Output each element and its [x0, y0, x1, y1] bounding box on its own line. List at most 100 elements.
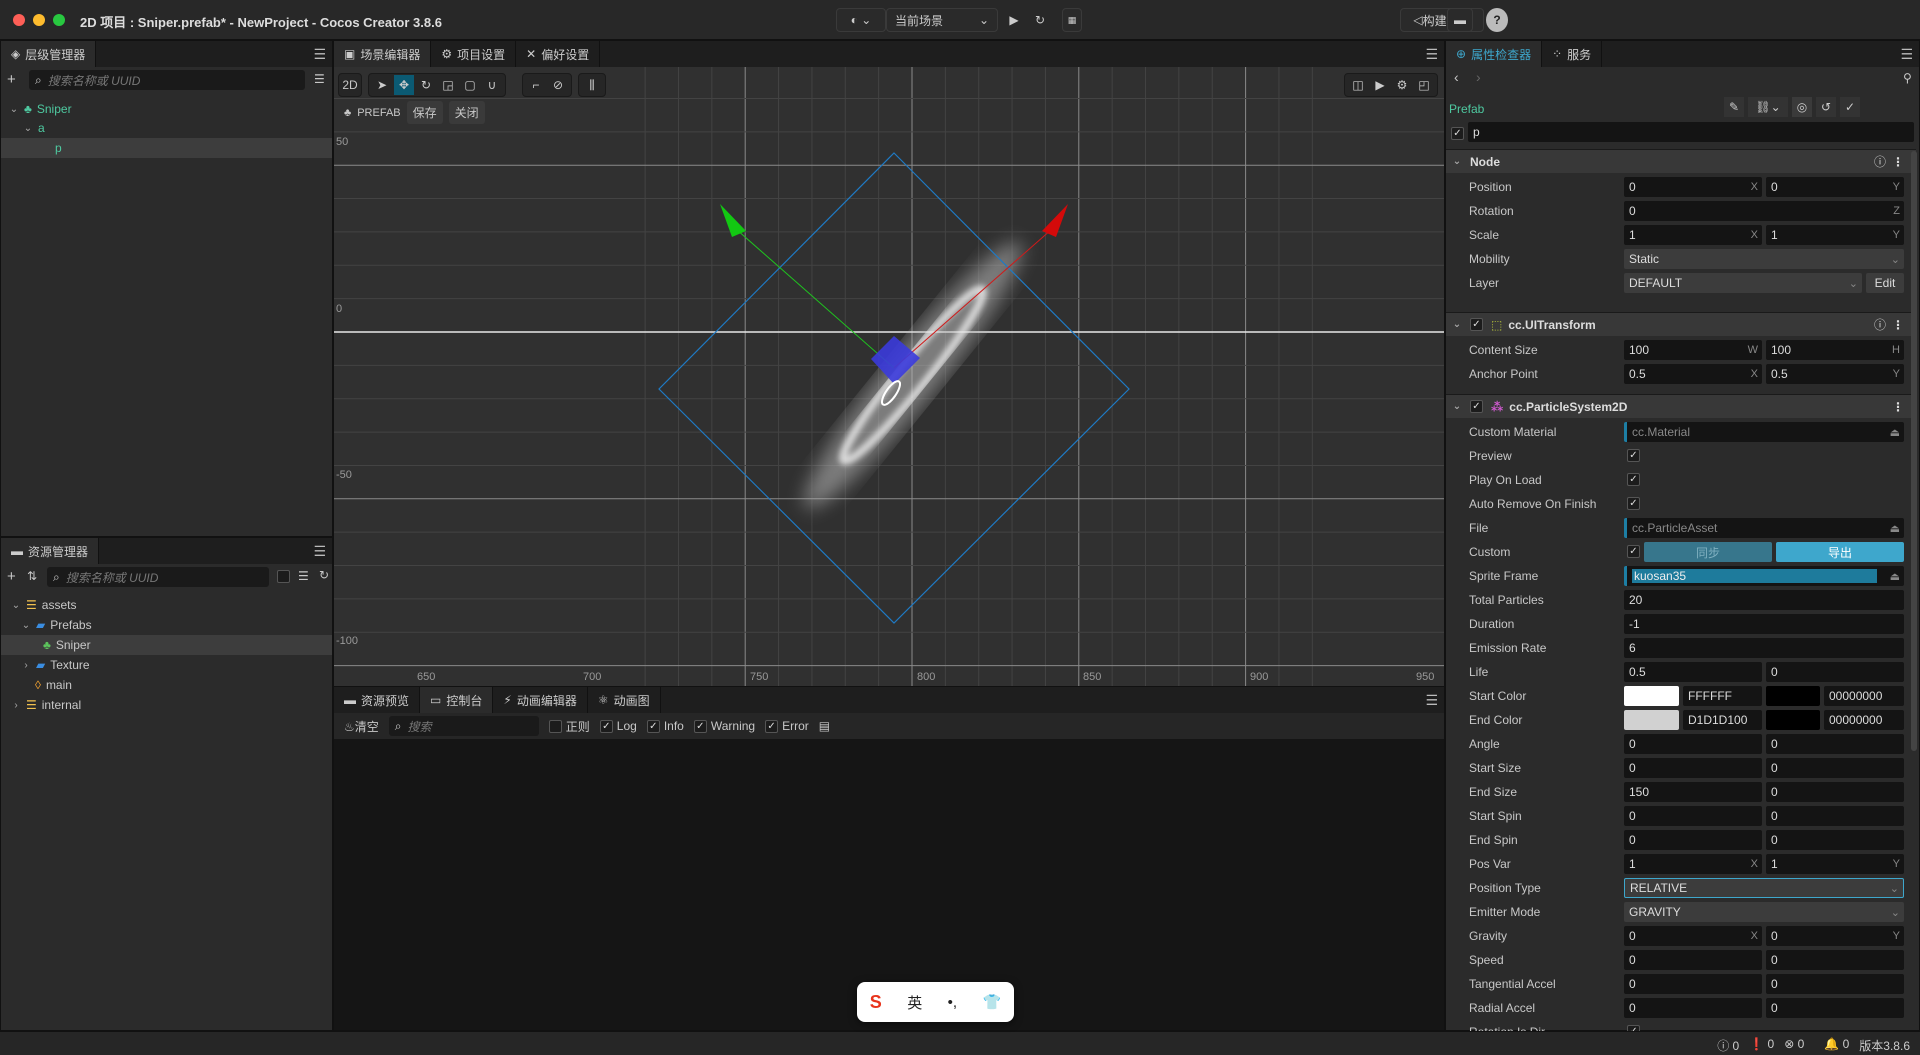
pivot-icon[interactable]: ⌐	[526, 75, 546, 95]
end-size-var-input[interactable]: 0	[1766, 782, 1904, 802]
save-prefab-button[interactable]: 保存	[406, 101, 443, 124]
help-button[interactable]: ?	[1486, 8, 1508, 32]
emission-rate-input[interactable]: 6	[1624, 638, 1904, 658]
tree-asset-assets[interactable]: ⌄ ☰ assets	[1, 595, 332, 615]
preview-checkbox[interactable]: ✓	[1627, 449, 1640, 462]
hierarchy-search-input[interactable]: ⌕ 搜索名称或 UUID	[29, 70, 305, 90]
notification-count[interactable]: 🔔 0	[1824, 1037, 1849, 1054]
unlink-prefab-icon[interactable]: ⛓⌄	[1748, 97, 1788, 117]
locate-prefab-icon[interactable]: ◎	[1792, 97, 1812, 117]
info-filter-checkbox[interactable]: ✓ Info	[646, 719, 684, 733]
tab-project-settings[interactable]: ⚙ 项目设置	[431, 41, 517, 67]
edit-layer-button[interactable]: Edit	[1866, 273, 1904, 293]
warning-count[interactable]: ❗ 0	[1749, 1037, 1774, 1054]
tab-hierarchy[interactable]: ◈ 层级管理器	[1, 41, 97, 67]
punctuation-icon[interactable]: •,	[948, 994, 957, 1011]
tab-animation-graph[interactable]: ⚛ 动画图	[588, 687, 661, 713]
select-tool-icon[interactable]: ➤	[372, 75, 392, 95]
auto-remove-on-finish-checkbox[interactable]: ✓	[1627, 497, 1640, 510]
position-type-select[interactable]: RELATIVE ⌄	[1624, 878, 1904, 898]
info-count[interactable]: ⓘ 0	[1717, 1037, 1739, 1054]
tangential-accel-input[interactable]: 0	[1624, 974, 1762, 994]
more-options-icon[interactable]: ⋮	[1892, 318, 1904, 332]
tree-asset-texture[interactable]: › ▰ Texture	[1, 655, 332, 675]
tangential-accel-var-input[interactable]: 0	[1766, 974, 1904, 994]
tree-node-p[interactable]: p	[1, 138, 332, 158]
chevron-down-icon[interactable]: ⌄	[1452, 401, 1462, 412]
apply-prefab-icon[interactable]: ✓	[1840, 97, 1860, 117]
qrcode-button[interactable]: ▦	[1062, 8, 1082, 32]
total-particles-input[interactable]: 20	[1624, 590, 1904, 610]
emitter-mode-select[interactable]: GRAVITY ⌄	[1624, 902, 1904, 922]
camera-icon[interactable]: ▶	[1370, 75, 1390, 95]
node-active-checkbox[interactable]: ✓	[1451, 127, 1464, 140]
life-var-input[interactable]: 0	[1766, 662, 1904, 682]
chevron-down-icon[interactable]: ⌄	[1452, 319, 1462, 330]
file-asset-field[interactable]: cc.ParticleAsset ⏏	[1624, 518, 1904, 538]
add-asset-button[interactable]: +	[7, 568, 16, 585]
more-options-icon[interactable]: ⋮	[1892, 400, 1904, 414]
gravity-x-input[interactable]: 0X	[1624, 926, 1762, 946]
more-options-icon[interactable]: ⋮	[1892, 155, 1904, 169]
chevron-down-icon[interactable]: ⌄	[1452, 156, 1462, 167]
speed-var-input[interactable]: 0	[1766, 950, 1904, 970]
panel-menu-icon[interactable]: ☰	[1425, 46, 1438, 63]
tab-preferences[interactable]: ✕ 偏好设置	[516, 41, 601, 67]
pos-var-x-input[interactable]: 1X	[1624, 854, 1762, 874]
component-enabled-checkbox[interactable]: ✓	[1470, 318, 1483, 331]
sogou-logo-icon[interactable]: S	[870, 992, 882, 1013]
tree-asset-main[interactable]: ◊ main	[1, 675, 332, 695]
end-color-var-swatch[interactable]	[1766, 710, 1820, 730]
play-button[interactable]: ▶	[1002, 8, 1026, 32]
help-icon[interactable]: ⓘ	[1874, 316, 1886, 333]
assets-search-input[interactable]: ⌕ 搜索名称或 UUID	[47, 567, 269, 587]
lock-icon[interactable]: ⏏	[1890, 570, 1900, 583]
sprite-frame-asset-field[interactable]: kuosan35 ⏏	[1624, 566, 1904, 586]
start-size-input[interactable]: 0	[1624, 758, 1762, 778]
minimize-window-button[interactable]	[33, 14, 45, 26]
pos-var-y-input[interactable]: 1Y	[1766, 854, 1904, 874]
tab-inspector[interactable]: ⊕ 属性检查器	[1446, 41, 1543, 67]
start-color-hex-input[interactable]: FFFFFF	[1683, 686, 1762, 706]
component-header[interactable]: ⌄ Node ⓘ ⋮	[1446, 149, 1916, 173]
edit-prefab-icon[interactable]: ✎	[1724, 97, 1744, 117]
collapse-all-icon[interactable]: ☰	[298, 569, 309, 583]
close-window-button[interactable]	[13, 14, 25, 26]
refresh-button[interactable]: ↻	[1028, 8, 1052, 32]
warning-filter-checkbox[interactable]: ✓ Warning	[693, 719, 755, 733]
panel-menu-icon[interactable]: ☰	[313, 543, 326, 560]
back-button[interactable]: ‹	[1454, 69, 1459, 85]
end-spin-input[interactable]: 0	[1624, 830, 1762, 850]
close-prefab-button[interactable]: 关闭	[448, 101, 485, 124]
custom-material-asset-field[interactable]: cc.Material ⏏	[1624, 422, 1904, 442]
component-header[interactable]: ⌄ ✓ ⬚ cc.UITransform ⓘ ⋮	[1446, 312, 1916, 336]
tree-node-sniper[interactable]: ⌄ ♣ Sniper	[1, 99, 332, 119]
start-color-var-swatch[interactable]	[1766, 686, 1820, 706]
clear-console-button[interactable]: ♨清空	[344, 718, 379, 735]
start-color-var-hex-input[interactable]: 00000000	[1824, 686, 1904, 706]
gear-icon[interactable]: ⚙	[1392, 75, 1412, 95]
rotation-input[interactable]: 0Z	[1624, 201, 1904, 221]
sync-button[interactable]: 同步	[1644, 542, 1772, 562]
export-button[interactable]: 导出	[1776, 542, 1904, 562]
scale-y-input[interactable]: 1Y	[1766, 225, 1904, 245]
component-header[interactable]: ⌄ ✓ ⁂ cc.ParticleSystem2D ⋮	[1446, 394, 1916, 418]
anchor-point-x-input[interactable]: 0.5 X	[1624, 364, 1762, 384]
duration-input[interactable]: -1	[1624, 614, 1904, 634]
add-node-button[interactable]: +	[7, 71, 16, 88]
position-x-input[interactable]: 0X	[1624, 177, 1762, 197]
sort-icon[interactable]: ☰	[314, 72, 325, 86]
console-search-input[interactable]: ⌕ 搜索	[388, 716, 539, 736]
checkbox[interactable]: ✓	[765, 719, 779, 733]
panel-menu-icon[interactable]: ☰	[313, 46, 326, 63]
panel-menu-icon[interactable]: ☰	[1425, 692, 1438, 709]
panel-menu-icon[interactable]: ☰	[1900, 46, 1913, 63]
checkbox[interactable]	[548, 719, 562, 733]
angle-var-input[interactable]: 0	[1766, 734, 1904, 754]
scene-select[interactable]: 当前场景 ⌄	[886, 8, 998, 32]
rect-tool-icon[interactable]: ▢	[460, 75, 480, 95]
refresh-icon[interactable]: ↻	[319, 568, 329, 582]
end-size-input[interactable]: 150	[1624, 782, 1762, 802]
sort-icon[interactable]: ⇅	[27, 569, 37, 583]
tree-asset-sniper[interactable]: ♣ Sniper	[1, 635, 332, 655]
